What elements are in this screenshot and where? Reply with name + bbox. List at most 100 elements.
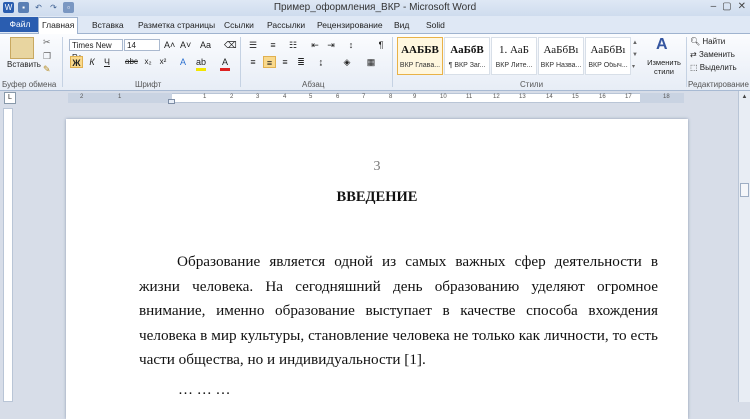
indent-marker-icon[interactable] (168, 99, 175, 104)
group-divider (240, 37, 241, 87)
shrink-font-icon[interactable]: A˅ (180, 39, 191, 51)
tab-mailings[interactable]: Рассылки (264, 18, 308, 32)
style-vkr-chapter[interactable]: ААББВ ВКР Главa... (397, 37, 443, 75)
tab-view[interactable]: Вид (391, 18, 412, 32)
style-vkr-normal[interactable]: АаБбВı ВКР Обыч... (585, 37, 631, 75)
style-name: ВКР Главa... (399, 62, 441, 69)
clear-formatting-icon[interactable]: ⌫ (224, 39, 237, 51)
tab-file[interactable]: Файл (0, 17, 40, 32)
tab-selector-icon[interactable]: L (4, 92, 16, 104)
bullets-icon[interactable]: ☰ (248, 39, 258, 51)
style-vkr-heading[interactable]: АаБбВ ¶ ВКР Заг... (444, 37, 490, 75)
show-marks-icon[interactable]: ¶ (376, 39, 386, 51)
borders-icon[interactable]: ▦ (366, 56, 376, 68)
ruler-tick: 9 (413, 94, 417, 100)
editing-group-label: Редактирование (688, 80, 749, 89)
change-styles-button[interactable]: Изменить стили (644, 58, 684, 76)
style-vkr-title[interactable]: АаБбВı ВКР Назва... (538, 37, 584, 75)
multilevel-list-icon[interactable]: ☷ (288, 39, 298, 51)
highlight-icon[interactable]: ab (196, 56, 207, 71)
align-center-icon[interactable]: ≡ (263, 56, 276, 68)
ruler-tick: 11 (466, 94, 473, 100)
superscript-icon[interactable]: x² (158, 56, 168, 68)
style-vkr-literature[interactable]: 1. АаБ ВКР Лите... (491, 37, 537, 75)
strikethrough-icon[interactable]: abc (125, 56, 138, 68)
format-painter-icon[interactable]: ✎ (43, 64, 51, 75)
style-preview: АаБбВ (450, 44, 484, 56)
tab-references[interactable]: Ссылки (221, 18, 257, 32)
replace-label: Заменить (698, 50, 735, 59)
tab-home[interactable]: Главная (38, 17, 79, 34)
select-icon: ⬚ (690, 63, 698, 72)
select-label: Выделить (699, 63, 737, 72)
text-effects-icon[interactable]: A (178, 56, 188, 68)
title-bar: W ▪ ↶ ↷ ▫ Пример_оформления_ВКР - Micros… (0, 0, 750, 17)
ruler-tick: 2 (230, 94, 234, 100)
clipboard-group-label: Буфер обмена (2, 80, 57, 89)
body-paragraph[interactable]: Образование является одной из самых важн… (139, 250, 658, 373)
subscript-icon[interactable]: x₂ (143, 56, 153, 68)
find-button[interactable]: 🔍︎ Найти (690, 37, 725, 46)
scroll-up-icon[interactable]: ▲ (740, 93, 749, 102)
tab-insert[interactable]: Вставка (89, 18, 127, 32)
line-spacing-icon[interactable]: ↨ (316, 56, 326, 68)
ruler-tick: 3 (256, 94, 260, 100)
scrollbar-thumb[interactable] (740, 183, 749, 197)
font-name-field[interactable]: Times New Rc (69, 39, 123, 62)
change-case-icon[interactable]: Aa (200, 39, 211, 51)
styles-scroll-icon[interactable]: ▲ ▼ ▾ (632, 37, 640, 75)
tab-solid[interactable]: Solid (423, 18, 448, 32)
numbering-icon[interactable]: ≡ (268, 39, 278, 51)
ruler-area: L 2 1 1 2 3 4 5 6 7 8 9 10 11 12 13 14 1… (0, 91, 750, 105)
cut-icon[interactable]: ✂ (43, 37, 51, 48)
style-preview: ААББВ (401, 44, 439, 56)
continuation-text[interactable]: … … … (178, 382, 231, 399)
style-name: ВКР Назва... (540, 62, 582, 69)
ruler-tick: 14 (546, 94, 553, 100)
select-button[interactable]: ⬚ Выделить (690, 63, 737, 72)
align-left-icon[interactable]: ≡ (248, 56, 258, 68)
ruler-tick: 5 (309, 94, 313, 100)
italic-button[interactable]: К (87, 56, 97, 68)
ruler-tick: 13 (519, 94, 526, 100)
ruler-tick: 4 (283, 94, 287, 100)
vertical-ruler[interactable] (3, 108, 13, 402)
ruler-tick: 17 (625, 94, 632, 100)
tab-review[interactable]: Рецензирование (314, 18, 386, 32)
close-button[interactable]: ✕ (738, 1, 746, 12)
replace-button[interactable]: ⇄ Заменить (690, 50, 735, 59)
justify-icon[interactable]: ≣ (296, 56, 306, 68)
paste-button[interactable]: Вставить (7, 60, 41, 69)
decrease-indent-icon[interactable]: ⇤ (310, 39, 320, 51)
minimize-button[interactable]: – (711, 1, 717, 12)
font-group-label: Шрифт (135, 80, 162, 89)
window-controls: – ▢ ✕ (711, 1, 746, 12)
copy-icon[interactable]: ❐ (43, 51, 51, 62)
change-styles-icon[interactable]: A (656, 36, 668, 54)
heading-introduction[interactable]: ВВЕДЕНИЕ (66, 189, 688, 206)
group-divider (392, 37, 393, 87)
vertical-scrollbar[interactable]: ▲ (738, 91, 750, 402)
font-color-icon[interactable]: A (220, 56, 230, 71)
group-divider (62, 37, 63, 87)
tab-page-layout[interactable]: Разметка страницы (135, 18, 218, 32)
font-size-field[interactable]: 14 (124, 39, 160, 51)
ruler-tick: 10 (440, 94, 447, 100)
find-icon: 🔍︎ (690, 37, 701, 46)
document-area[interactable]: 3 ВВЕДЕНИЕ Образование является одной из… (16, 105, 738, 419)
clipboard-icon[interactable] (10, 37, 34, 59)
ruler-right-margin (640, 93, 684, 103)
ribbon: Вставить ✂ ❐ ✎ Буфер обмена Times New Rc… (0, 34, 750, 91)
grow-font-icon[interactable]: A˄ (164, 39, 175, 51)
ruler-tick: 16 (599, 94, 606, 100)
underline-button[interactable]: Ч (102, 56, 112, 68)
align-right-icon[interactable]: ≡ (280, 56, 290, 68)
ruler-tick: 1 (118, 94, 122, 100)
bold-button[interactable]: Ж (70, 56, 83, 68)
shading-icon[interactable]: ◈ (342, 56, 352, 68)
ruler-tick: 7 (362, 94, 366, 100)
sort-icon[interactable]: ↕ (346, 39, 356, 51)
increase-indent-icon[interactable]: ⇥ (326, 39, 336, 51)
page[interactable]: 3 ВВЕДЕНИЕ Образование является одной из… (66, 119, 688, 419)
maximize-button[interactable]: ▢ (722, 1, 731, 12)
